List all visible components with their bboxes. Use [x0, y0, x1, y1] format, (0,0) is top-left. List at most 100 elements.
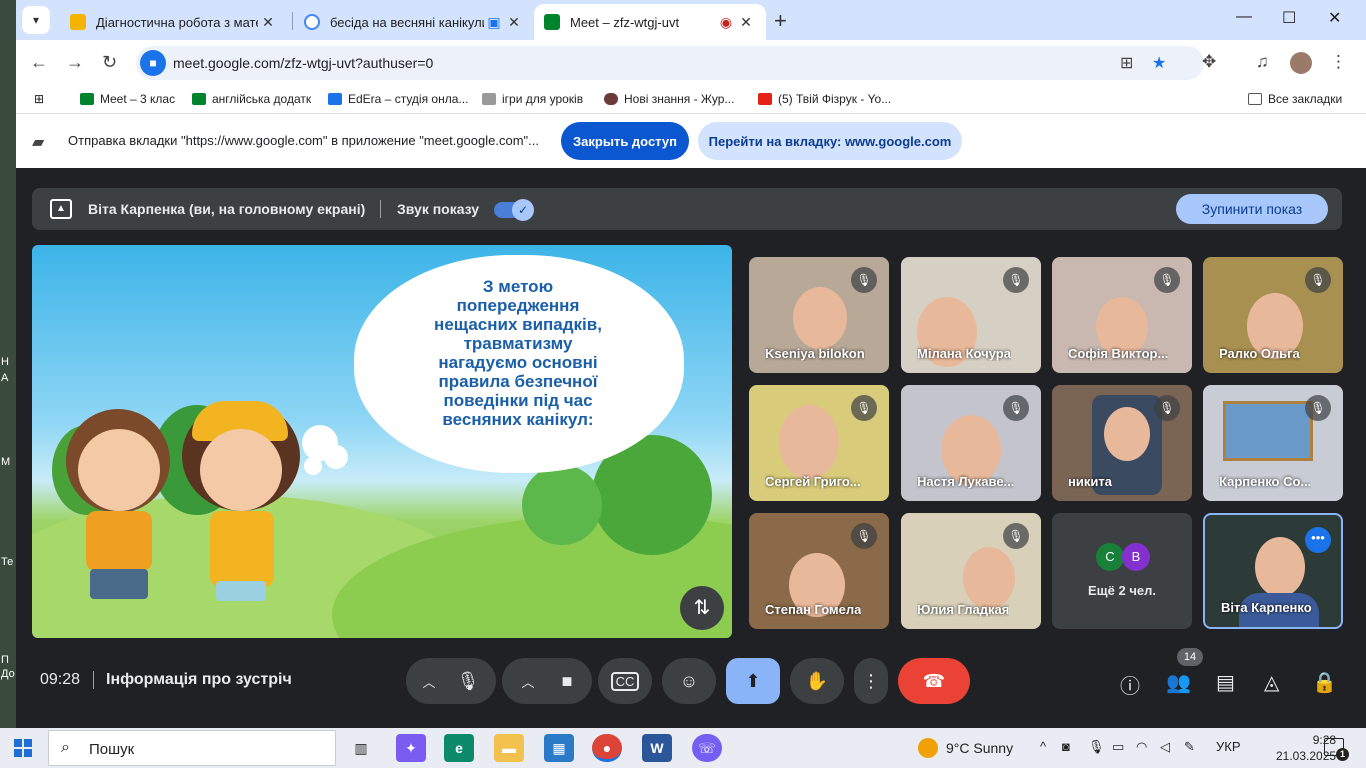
close-icon[interactable]: ✕ [258, 14, 278, 31]
pen-icon[interactable]: ✎ [1184, 739, 1195, 755]
present-button[interactable]: ⬆ [726, 658, 780, 704]
taskbar-search[interactable]: ⌕ Пошук [48, 730, 336, 766]
participant-tile[interactable]: 🎙 Настя Лукаве... [901, 385, 1041, 501]
more-participants-tile[interactable]: C B Ещё 2 чел. [1052, 513, 1192, 629]
shared-screen: З метою попередження нещасних випадків, … [32, 245, 732, 638]
battery-icon[interactable]: ▭ [1112, 739, 1124, 755]
camera-tray-icon[interactable]: ◙ [1062, 739, 1070, 754]
participant-tile[interactable]: 🎙 Юлия Гладкая [901, 513, 1041, 629]
meet-icon [544, 14, 560, 30]
bookmark-item[interactable]: англійська додатк [192, 92, 311, 106]
edge-icon[interactable]: e [444, 734, 474, 762]
hand-icon: ✋ [805, 670, 829, 691]
site-info-icon[interactable]: ■ [140, 50, 166, 76]
participant-tile[interactable]: 🎙 Kseniya bilokon [749, 257, 889, 373]
people-icon[interactable]: 👥 [1166, 670, 1191, 695]
task-view-icon[interactable]: ▥ [346, 734, 376, 762]
microphone-icon[interactable]: 🎙 [457, 671, 480, 692]
participant-tile[interactable]: 🎙 Степан Гомела [749, 513, 889, 629]
maximize-icon[interactable]: ☐ [1282, 8, 1296, 28]
bookmark-item[interactable]: Нові знання - Жур... [604, 92, 734, 106]
activities-icon[interactable]: ◬ [1264, 670, 1279, 695]
meeting-time: 09:28 [40, 671, 81, 688]
participant-name: Степан Гомела [765, 602, 862, 617]
word-icon[interactable]: W [642, 734, 672, 762]
participant-tile[interactable]: 🎙 Ралко Ольга [1203, 257, 1343, 373]
participant-tile[interactable]: 🎙 Карпенко Со... [1203, 385, 1343, 501]
address-bar[interactable]: ■ meet.google.com/zfz-wtgj-uvt?authuser=… [136, 46, 1204, 80]
more-options-icon[interactable]: ••• [1305, 527, 1331, 553]
stop-access-button[interactable]: Закрыть доступ [561, 122, 689, 160]
bookmark-item[interactable]: EdEra – студія онла... [328, 92, 468, 106]
chevron-up-icon[interactable]: ^ [1040, 739, 1046, 754]
close-icon[interactable]: ✕ [504, 14, 524, 31]
participant-tile[interactable]: 🎙 Мілана Кочура [901, 257, 1041, 373]
tab-meet[interactable]: Meet – zfz-wtgj-uvt ◉ ✕ [534, 4, 766, 40]
self-tile[interactable]: ••• Віта Карпенко [1203, 513, 1343, 629]
go-to-tab-button[interactable]: Перейти на вкладку: www.google.com [698, 122, 962, 160]
participant-name: Настя Лукаве... [917, 474, 1015, 489]
file-explorer-icon[interactable]: ▬ [494, 734, 524, 762]
store-icon[interactable]: ▦ [544, 734, 574, 762]
google-icon [304, 14, 320, 30]
back-icon[interactable]: ← [30, 52, 48, 73]
apps-grid-icon[interactable]: ⊞ [34, 92, 44, 106]
media-controls-icon[interactable]: ♫ [1256, 52, 1269, 72]
mic-off-icon: 🎙 [1305, 395, 1331, 421]
host-controls-icon[interactable]: 🔒 [1312, 670, 1337, 695]
participant-name: Віта Карпенко [1221, 600, 1312, 615]
swap-layout-button[interactable]: ⇅ [680, 586, 724, 630]
meeting-info-label[interactable]: Інформація про зустріч [106, 671, 292, 689]
bookmark-star-icon[interactable]: ★ [1152, 53, 1166, 73]
windows-start-icon[interactable] [14, 739, 32, 757]
camera-icon[interactable]: ■ [562, 671, 573, 692]
new-tab-button[interactable]: + [774, 8, 787, 34]
tab-beseda[interactable]: бесіда на весняні канікули ▣ ✕ [294, 4, 534, 40]
captions-button[interactable]: CC [598, 658, 652, 704]
bookmark-item[interactable]: ігри для уроків [482, 92, 583, 106]
all-bookmarks[interactable]: Все закладки [1248, 92, 1342, 106]
menu-kebab-icon[interactable]: ⋮ [1330, 52, 1347, 72]
raise-hand-button[interactable]: ✋ [790, 658, 844, 704]
copilot-icon[interactable]: ✦ [396, 734, 426, 762]
wifi-icon[interactable]: ◠ [1136, 739, 1147, 755]
share-audio-toggle[interactable]: ✓ [494, 199, 534, 221]
close-window-icon[interactable]: ✕ [1328, 8, 1341, 28]
reload-icon[interactable]: ↻ [102, 52, 117, 73]
profile-avatar[interactable] [1290, 52, 1312, 74]
tab-diagnostic[interactable]: Діагностична робота з матема ✕ [60, 4, 288, 40]
translate-icon[interactable]: ⊞ [1120, 53, 1133, 73]
viber-icon[interactable]: ☏ [692, 734, 722, 762]
participant-tile[interactable]: 🎙 Сергей Григо... [749, 385, 889, 501]
language-indicator[interactable]: УКР [1216, 739, 1241, 754]
chevron-up-icon[interactable]: ︿ [522, 672, 535, 691]
chrome-icon[interactable]: ● [592, 734, 622, 762]
more-options-button[interactable]: ⋮ [854, 658, 888, 704]
stop-presenting-button[interactable]: Зупинити показ [1176, 194, 1328, 224]
avatar: B [1122, 543, 1150, 571]
participant-name: Карпенко Со... [1219, 474, 1312, 489]
mic-control[interactable]: ︿ 🎙 [406, 658, 496, 704]
bookmark-item[interactable]: Meet – 3 клас [80, 92, 175, 106]
camera-control[interactable]: ︿ ■ [502, 658, 592, 704]
minimize-icon[interactable]: — [1236, 8, 1252, 26]
tab-search-button[interactable]: ▾ [22, 6, 50, 34]
participant-tile[interactable]: 🎙 Софія Виктор... [1052, 257, 1192, 373]
notification-icon[interactable]: 1 [1324, 738, 1349, 761]
emoji-button[interactable]: ☺ [662, 658, 716, 704]
leave-call-button[interactable]: ☎ [898, 658, 970, 704]
bookmark-item[interactable]: (5) Твій Фізрук - Yo... [758, 92, 891, 106]
info-icon[interactable]: ⓘ [1120, 670, 1140, 699]
weather-widget[interactable]: 9°C Sunny [918, 738, 1013, 758]
url-text[interactable]: meet.google.com/zfz-wtgj-uvt?authuser=0 [173, 55, 433, 71]
microphone-tray-icon[interactable]: 🎙 [1088, 739, 1105, 755]
forward-icon[interactable]: → [66, 52, 84, 73]
desktop-glyph: М [1, 456, 11, 468]
participant-tile[interactable]: 🎙 никита [1052, 385, 1192, 501]
chevron-up-icon[interactable]: ︿ [423, 672, 436, 691]
chat-icon[interactable]: ▤ [1216, 670, 1235, 695]
volume-icon[interactable]: ◁ [1160, 739, 1170, 755]
tab-title: бесіда на весняні канікули [330, 14, 484, 30]
close-icon[interactable]: ✕ [736, 14, 756, 31]
extensions-icon[interactable]: ✥ [1202, 52, 1216, 72]
